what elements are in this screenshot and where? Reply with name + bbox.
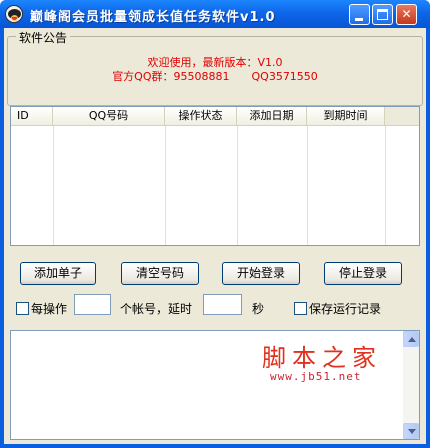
start-login-button[interactable]: 开始登录 (222, 262, 300, 285)
per-operation-label: 每操作 (31, 302, 68, 316)
window-border-right (426, 28, 430, 448)
delay-seconds-input[interactable] (203, 294, 242, 315)
notice-contact-text: 官方QQ群：95508881 QQ3571550 (8, 68, 422, 84)
grid-line (165, 126, 166, 245)
stop-login-button[interactable]: 停止登录 (324, 262, 402, 285)
minimize-button[interactable] (349, 4, 370, 25)
app-window: 巅峰阁会员批量领成长值任务软件v1.0 ✕ 软件公告 欢迎使用，最新版本：V1.… (0, 0, 430, 448)
grid-line (53, 126, 54, 245)
log-scrollbar[interactable] (403, 331, 419, 439)
notice-group: 软件公告 欢迎使用，最新版本：V1.0 官方QQ群：95508881 QQ3571… (7, 29, 423, 106)
column-header-add-date[interactable]: 添加日期 (237, 107, 307, 125)
clear-numbers-button[interactable]: 清空号码 (121, 262, 199, 285)
watermark-logo: 脚本之家 (262, 344, 382, 372)
add-single-button[interactable]: 添加单子 (20, 262, 96, 285)
close-button[interactable]: ✕ (396, 4, 417, 25)
save-log-checkbox[interactable] (294, 302, 307, 315)
grid-line (307, 126, 308, 245)
save-log-label: 保存运行记录 (309, 302, 382, 316)
accounts-count-input[interactable] (74, 294, 111, 315)
client-area: 软件公告 欢迎使用，最新版本：V1.0 官方QQ群：95508881 QQ3571… (4, 28, 426, 444)
grid-line (237, 126, 238, 245)
column-header-id[interactable]: ID (11, 107, 53, 125)
accounts-delay-label: 个帐号，延时 (120, 302, 193, 316)
watermark-url: www.jb51.net (270, 370, 362, 383)
notice-group-title: 软件公告 (16, 29, 71, 46)
per-operation-checkbox[interactable] (16, 302, 29, 315)
column-header-status[interactable]: 操作状态 (165, 107, 237, 125)
grid-line (385, 126, 386, 245)
window-border-bottom (0, 444, 430, 448)
notice-qq-number: QQ3571550 (251, 70, 318, 83)
window-title: 巅峰阁会员批量领成长值任务软件v1.0 (30, 10, 276, 25)
column-header-qq[interactable]: QQ号码 (53, 107, 165, 125)
accounts-table[interactable]: ID QQ号码 操作状态 添加日期 到期时间 (10, 106, 420, 246)
seconds-label: 秒 (252, 302, 265, 316)
table-header: ID QQ号码 操作状态 添加日期 到期时间 (11, 107, 419, 126)
penguin-app-icon (5, 5, 23, 23)
scroll-down-icon[interactable] (403, 423, 419, 439)
notice-qq-group: 官方QQ群：95508881 (112, 70, 230, 83)
scroll-up-icon[interactable] (403, 331, 419, 347)
maximize-button[interactable] (372, 4, 393, 25)
title-bar[interactable]: 巅峰阁会员批量领成长值任务软件v1.0 ✕ (0, 0, 430, 28)
window-border-left (0, 28, 4, 448)
column-header-expiry[interactable]: 到期时间 (307, 107, 385, 125)
